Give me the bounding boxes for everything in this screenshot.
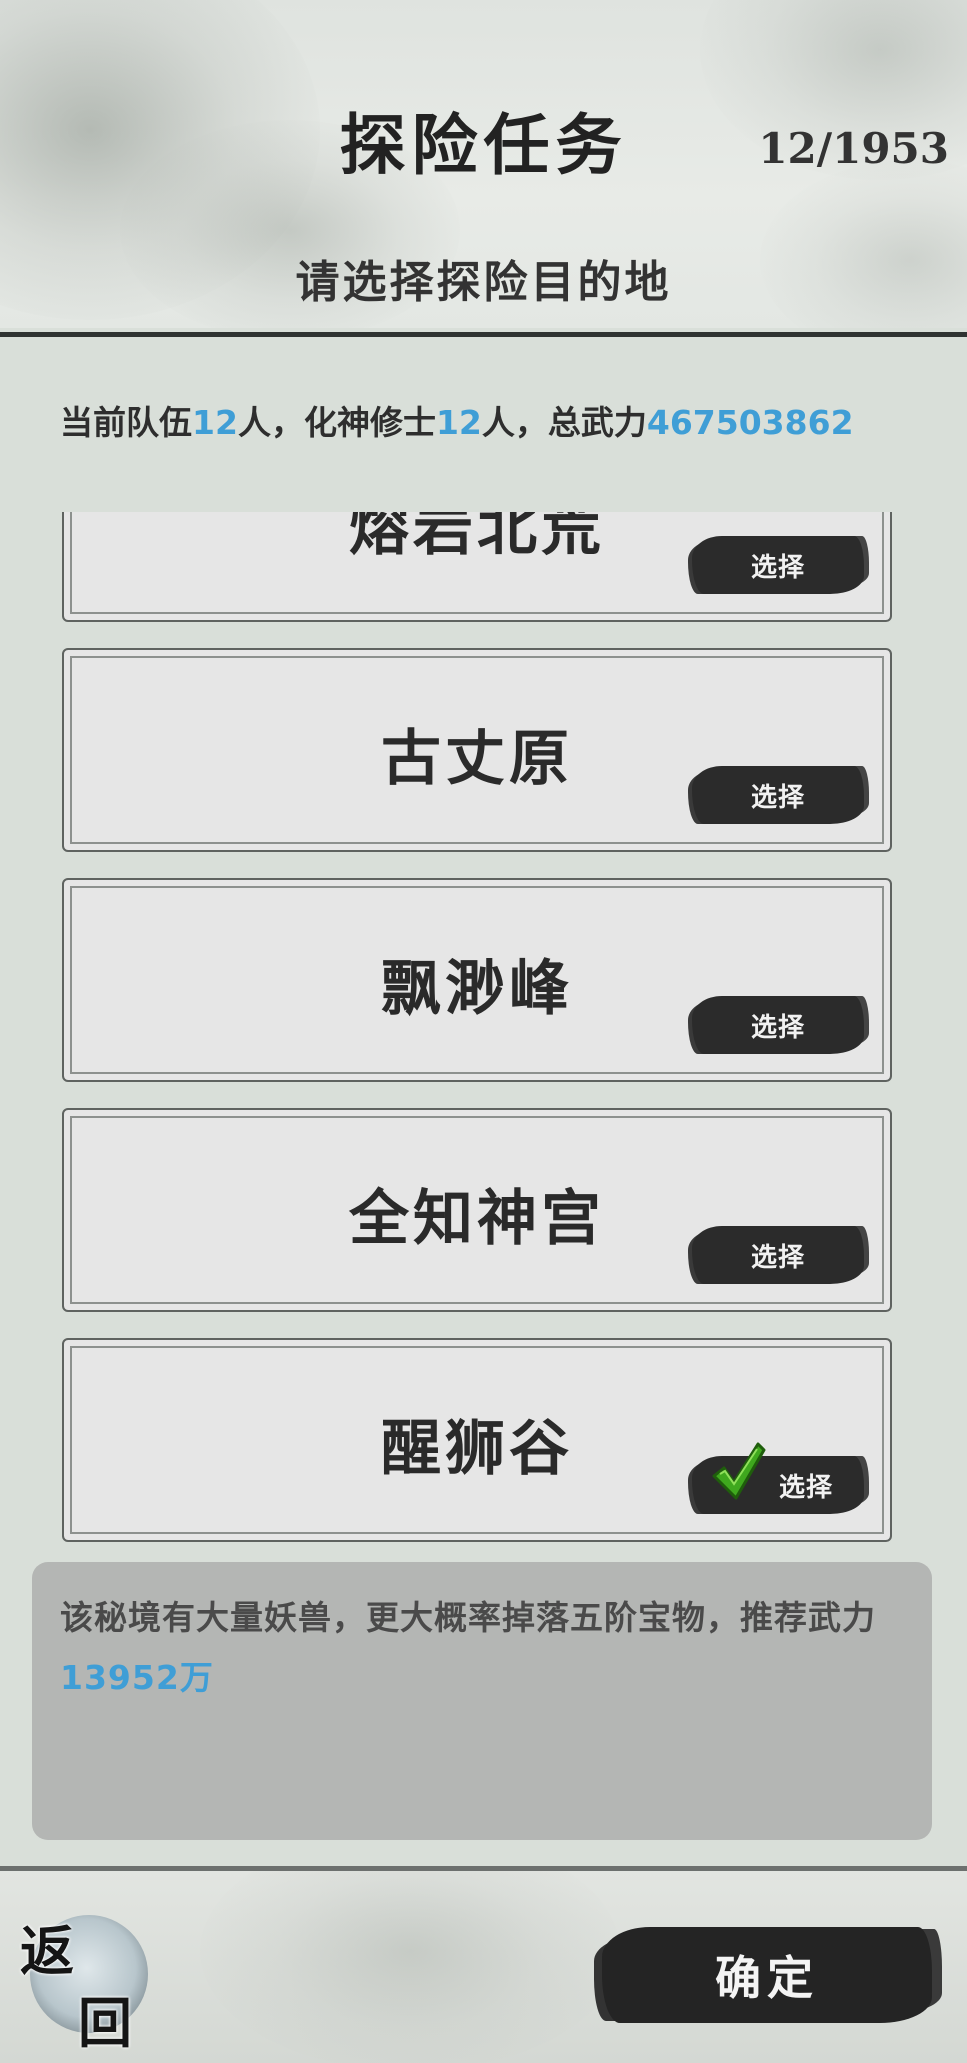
select-label: 选择 [778,1472,833,1503]
description-text: 该秘境有大量妖兽，更大概率掉落五阶宝物，推荐武力 [60,1598,876,1637]
select-label: 选择 [750,552,805,583]
select-button[interactable]: 选择 [692,1442,864,1514]
cultivator-label: 化神修士 [303,403,436,442]
destination-card[interactable]: 飘渺峰 选择 [62,878,892,1082]
select-label: 选择 [750,782,805,813]
team-label: 当前队伍 [60,403,192,442]
header: 探险任务 12/1953 请选择探险目的地 [0,0,967,328]
header-divider [0,332,967,337]
destination-card[interactable]: 古丈原 选择 [62,648,892,852]
destination-card[interactable]: 熔岩北荒 选择 [62,512,892,622]
team-summary: 当前队伍12人，化神修士12人，总武力467503862 [60,396,854,444]
cultivator-unit: 人， [481,403,548,442]
back-button[interactable]: 返 回 [20,1907,148,2055]
progress-counter: 12/1953 [758,124,949,173]
footer: 返 回 确定 [0,1871,967,2063]
total-power-value: 467503862 [646,403,854,442]
cultivator-count: 12 [435,403,482,442]
team-member-unit: 人， [237,403,304,442]
destination-description: 该秘境有大量妖兽，更大概率掉落五阶宝物，推荐武力 13952万 [32,1562,932,1840]
select-button[interactable]: 选择 [692,996,864,1054]
select-label: 选择 [750,1242,805,1273]
ink-wash-decoration [200,1871,620,2063]
select-button[interactable]: 选择 [692,1226,864,1284]
page-subtitle: 请选择探险目的地 [295,257,672,308]
select-button[interactable]: 选择 [692,536,864,594]
destination-card[interactable]: 全知神宫 选择 [62,1108,892,1312]
team-member-count: 12 [192,403,238,442]
select-label: 选择 [750,1012,805,1043]
recommended-power-value: 13952 [60,1658,180,1697]
back-char-2: 回 [78,1992,132,2055]
destination-list[interactable]: 熔岩北荒 选择 古丈原 选择 飘渺峰 选择 全知神宫 选择 醒狮谷 选择 [0,512,967,1550]
recommended-power-unit: 万 [179,1658,214,1697]
select-button[interactable]: 选择 [692,766,864,824]
checkmark-icon [712,1442,766,1500]
confirm-label: 确定 [715,1951,819,2005]
destination-card-selected[interactable]: 醒狮谷 选择 [62,1338,892,1542]
confirm-button[interactable]: 确定 [602,1927,932,2023]
back-char-1: 返 [20,1920,74,1983]
total-power-label: 总武力 [547,403,647,442]
